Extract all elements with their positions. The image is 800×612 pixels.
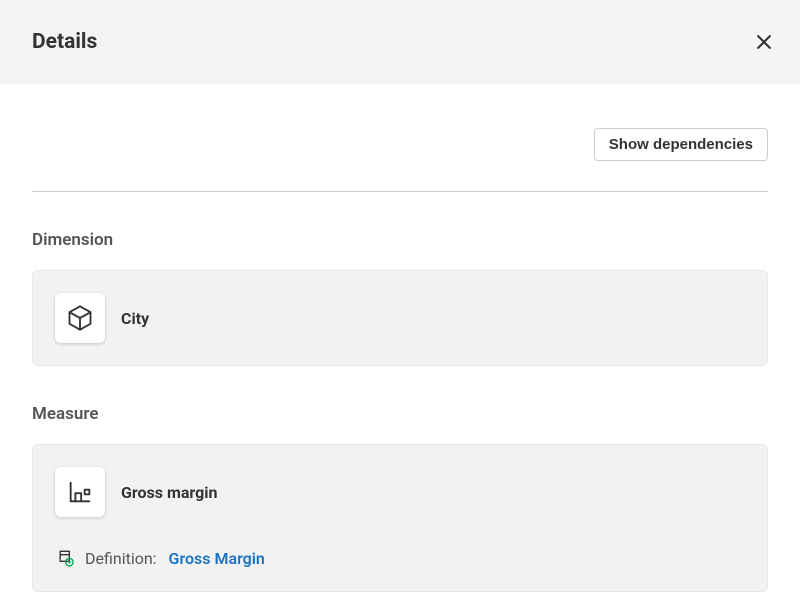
dimension-card: City — [32, 270, 768, 366]
measure-name: Gross margin — [121, 483, 217, 502]
measure-section-label: Measure — [32, 404, 768, 424]
definition-icon — [55, 547, 77, 569]
cube-icon — [55, 293, 105, 343]
chart-icon — [55, 467, 105, 517]
actions-bar: Show dependencies — [32, 84, 768, 191]
panel-body: Show dependencies Dimension City Measure — [0, 84, 800, 592]
dimension-row: City — [55, 293, 745, 343]
show-dependencies-button[interactable]: Show dependencies — [594, 128, 768, 161]
dimension-name: City — [121, 309, 149, 328]
panel-title: Details — [32, 30, 97, 54]
panel-header: Details — [0, 0, 800, 84]
definition-row: Definition: Gross Margin — [55, 547, 745, 569]
close-icon[interactable] — [752, 30, 776, 54]
definition-label: Definition: — [85, 549, 157, 568]
definition-link[interactable]: Gross Margin — [169, 549, 265, 568]
divider — [32, 191, 768, 192]
measure-card: Gross margin Definition: Gross Margin — [32, 444, 768, 592]
dimension-section-label: Dimension — [32, 230, 768, 250]
measure-row: Gross margin — [55, 467, 745, 517]
